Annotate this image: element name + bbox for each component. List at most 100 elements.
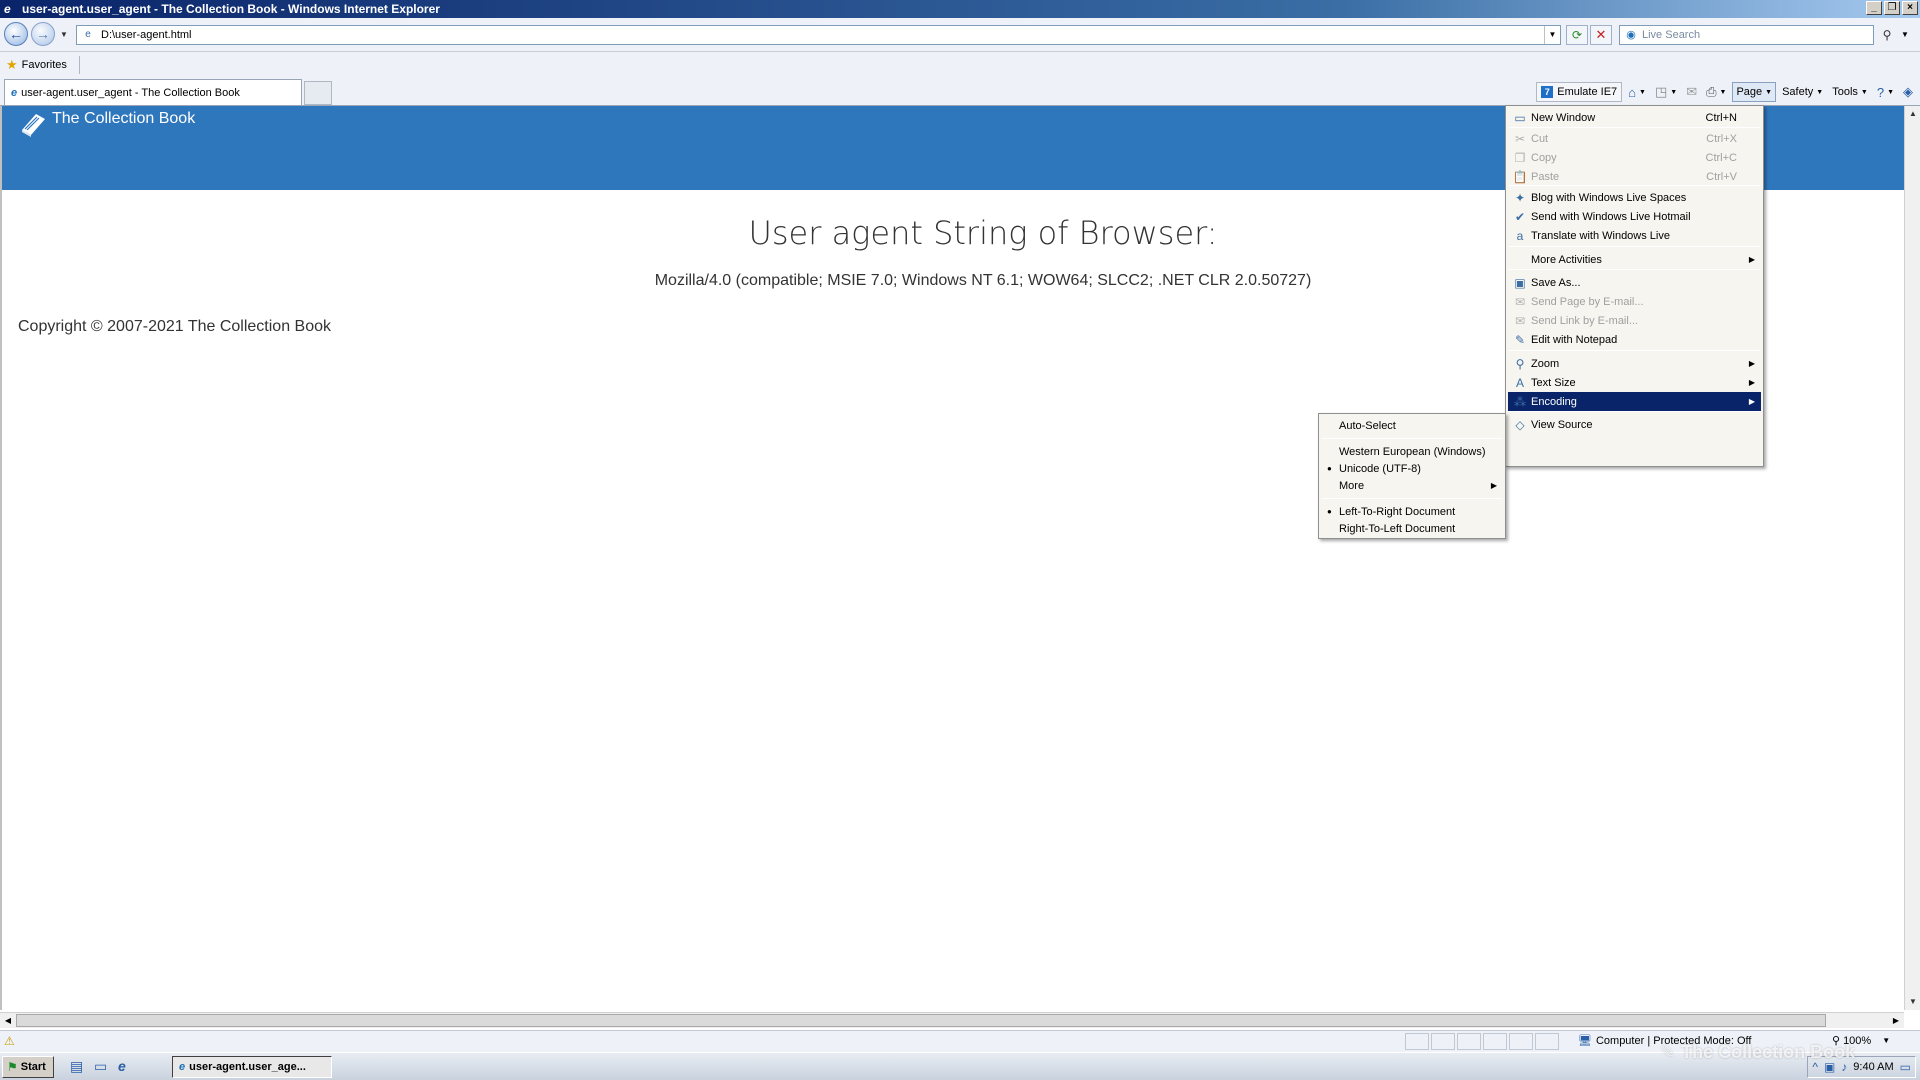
scroll-left-button[interactable]: ◀ xyxy=(0,1013,16,1029)
page-menu-item[interactable]: ⚲ Zoom ▶ xyxy=(1508,354,1761,373)
safety-menu-button[interactable]: Safety ▼ xyxy=(1779,82,1826,102)
horizontal-scrollbar[interactable]: ◀ ▶ xyxy=(0,1012,1904,1028)
tools-menu-button[interactable]: Tools ▼ xyxy=(1829,82,1871,102)
page-menu-item[interactable]: ✎ Edit with Notepad xyxy=(1508,330,1761,349)
menu-item-label: More Activities xyxy=(1531,253,1602,266)
view-source-icon: ◇ xyxy=(1515,417,1525,432)
favorites-button[interactable]: Favorites xyxy=(22,59,67,71)
forward-button[interactable]: → xyxy=(31,22,55,46)
encoding-menu-item[interactable]: Auto-Select xyxy=(1321,417,1503,434)
tab-active[interactable]: e user-agent.user_agent - The Collection… xyxy=(4,79,302,105)
warning-icon: ⚠ xyxy=(4,1034,15,1048)
menu-separator xyxy=(1322,498,1502,499)
help-button[interactable]: ? ▼ xyxy=(1874,82,1897,102)
search-input[interactable]: ◉ Live Search xyxy=(1619,25,1874,45)
page-menu-item[interactable]: ▭ New Window Ctrl+N xyxy=(1508,108,1761,127)
page-menu-item[interactable]: ◇ View Source xyxy=(1508,415,1761,434)
address-url[interactable]: D:\user-agent.html xyxy=(101,29,191,41)
page-menu-item[interactable]: ✦ Blog with Windows Live Spaces xyxy=(1508,188,1761,207)
close-button[interactable]: × xyxy=(1902,1,1918,15)
show-desktop-icon[interactable]: ▭ xyxy=(94,1058,107,1075)
page-menu-item[interactable]: ✔ Send with Windows Live Hotmail xyxy=(1508,207,1761,226)
ie-logo-icon: e xyxy=(4,2,11,16)
copy-icon: ❐ xyxy=(1514,150,1526,165)
menu-item-label: Right-To-Left Document xyxy=(1339,522,1456,535)
restore-button[interactable]: ❐ xyxy=(1884,1,1900,15)
page-menu-item[interactable]: A Text Size ▶ xyxy=(1508,373,1761,392)
minimize-button[interactable]: _ xyxy=(1866,1,1882,15)
page-menu-item[interactable]: a Translate with Windows Live xyxy=(1508,226,1761,245)
taskbar-ie-window[interactable]: e user-agent.user_age... xyxy=(172,1056,332,1078)
print-button[interactable]: ⎙ ▼ xyxy=(1703,82,1729,102)
window-icon: ▭ xyxy=(1514,110,1526,125)
live-search-icon: ◉ xyxy=(1626,29,1636,41)
search-button[interactable]: ⚲ xyxy=(1878,25,1896,45)
address-field[interactable]: e D:\user-agent.html ▼ xyxy=(76,25,1561,45)
page-menu-item: ✉ Send Page by E-mail... xyxy=(1508,292,1761,311)
emulate-label: Emulate IE7 xyxy=(1557,86,1618,98)
scroll-right-button[interactable]: ▶ xyxy=(1888,1013,1904,1029)
favorites-separator xyxy=(78,55,80,74)
feeds-button[interactable]: ◳ ▼ xyxy=(1652,82,1680,102)
back-button[interactable]: ← xyxy=(4,22,28,46)
server-manager-icon[interactable]: ▤ xyxy=(70,1058,83,1075)
menu-item-shortcut: Ctrl+X xyxy=(1706,132,1737,145)
windows-flag-icon: ⚑ xyxy=(7,1060,18,1074)
email-page-icon: ✉ xyxy=(1514,294,1526,309)
read-mail-button[interactable]: ✉ xyxy=(1683,82,1700,102)
selected-bullet-icon: ● xyxy=(1327,507,1332,516)
page-menu-item[interactable]: More Activities ▶ xyxy=(1508,250,1761,269)
emulate-ie7-button[interactable]: 7 Emulate IE7 xyxy=(1536,82,1623,102)
refresh-button[interactable]: ⟳ xyxy=(1566,25,1588,45)
scroll-down-button[interactable]: ▼ xyxy=(1905,994,1920,1010)
magnifier-icon: ⚲ xyxy=(1882,28,1892,42)
computer-zone-icon: 🖥 xyxy=(1578,1035,1592,1047)
hotmail-icon: ✔ xyxy=(1514,209,1526,224)
recent-pages-dropdown[interactable]: ▼ xyxy=(60,30,68,39)
page-dropdown-menu: ▭ New Window Ctrl+N ✂ Cut Ctrl+X ❐ Copy Ctrl+C 📋 P… xyxy=(1505,105,1764,467)
search-options-dropdown[interactable]: ▼ xyxy=(1898,25,1912,45)
stop-button[interactable]: ✕ xyxy=(1590,25,1612,45)
menu-item-label: Copy xyxy=(1531,151,1557,164)
submenu-arrow-icon: ▶ xyxy=(1748,397,1755,406)
mail-icon: ✉ xyxy=(1686,84,1698,99)
page-menu-item[interactable]: ⁂ Encoding ▶ xyxy=(1508,392,1761,411)
vertical-scrollbar[interactable]: ▲ ▼ xyxy=(1904,106,1920,1010)
menu-item-label: New Window xyxy=(1531,111,1596,124)
start-button[interactable]: ⚑ Start xyxy=(2,1056,54,1078)
site-brand-link[interactable]: The Collection Book xyxy=(52,110,195,128)
menu-item-label: Text Size xyxy=(1531,376,1576,389)
encoding-menu-item[interactable]: ● Left-To-Right Document xyxy=(1321,503,1503,520)
scroll-up-button[interactable]: ▲ xyxy=(1905,106,1920,122)
menu-separator xyxy=(1509,350,1760,351)
research-button[interactable]: ◈ xyxy=(1900,82,1916,102)
tab-bar: e user-agent.user_agent - The Collection… xyxy=(0,77,1920,106)
cut-icon: ✂ xyxy=(1514,131,1526,146)
home-button[interactable]: ⌂ ▼ xyxy=(1625,82,1649,102)
menu-item-label: Send Link by E-mail... xyxy=(1531,314,1638,327)
ie-quicklaunch-icon[interactable]: e xyxy=(118,1058,126,1074)
encoding-menu-item[interactable]: Right-To-Left Document xyxy=(1321,520,1503,537)
paste-icon: 📋 xyxy=(1512,169,1528,184)
page-menu-button[interactable]: Page ▼ xyxy=(1732,82,1777,102)
encoding-submenu: Auto-Select Western European (Windows) ● Un… xyxy=(1318,413,1506,539)
encoding-menu-item[interactable]: Western European (Windows) xyxy=(1321,443,1503,460)
page-menu-item: 📋 Paste Ctrl+V xyxy=(1508,167,1761,186)
menu-item-label: Encoding xyxy=(1531,395,1577,408)
selected-bullet-icon: ● xyxy=(1327,464,1332,473)
menu-item-label: Zoom xyxy=(1531,357,1560,370)
new-tab-button[interactable] xyxy=(304,81,332,105)
status-pane xyxy=(1509,1033,1533,1050)
encoding-menu-item[interactable]: More ▶ xyxy=(1321,477,1503,494)
page-menu-item[interactable]: ▣ Save As... xyxy=(1508,273,1761,292)
address-dropdown-button[interactable]: ▼ xyxy=(1544,26,1560,44)
window-title: user-agent.user_agent - The Collection B… xyxy=(22,2,440,16)
show-desktop-tray-icon[interactable]: ▭ xyxy=(1900,1060,1911,1074)
zoom-icon: ⚲ xyxy=(1515,356,1525,371)
command-bar: 7 Emulate IE7 ⌂ ▼ ◳ ▼ ✉ ⎙ ▼ Page ▼ Safety ▼ T… xyxy=(1536,81,1916,103)
encoding-menu-item[interactable]: ● Unicode (UTF-8) xyxy=(1321,460,1503,477)
horizontal-scroll-thumb[interactable] xyxy=(16,1014,1826,1027)
page-menu-item: ✉ Send Link by E-mail... xyxy=(1508,311,1761,330)
submenu-arrow-icon: ▶ xyxy=(1490,481,1497,490)
clock[interactable]: 9:40 AM xyxy=(1853,1061,1893,1073)
